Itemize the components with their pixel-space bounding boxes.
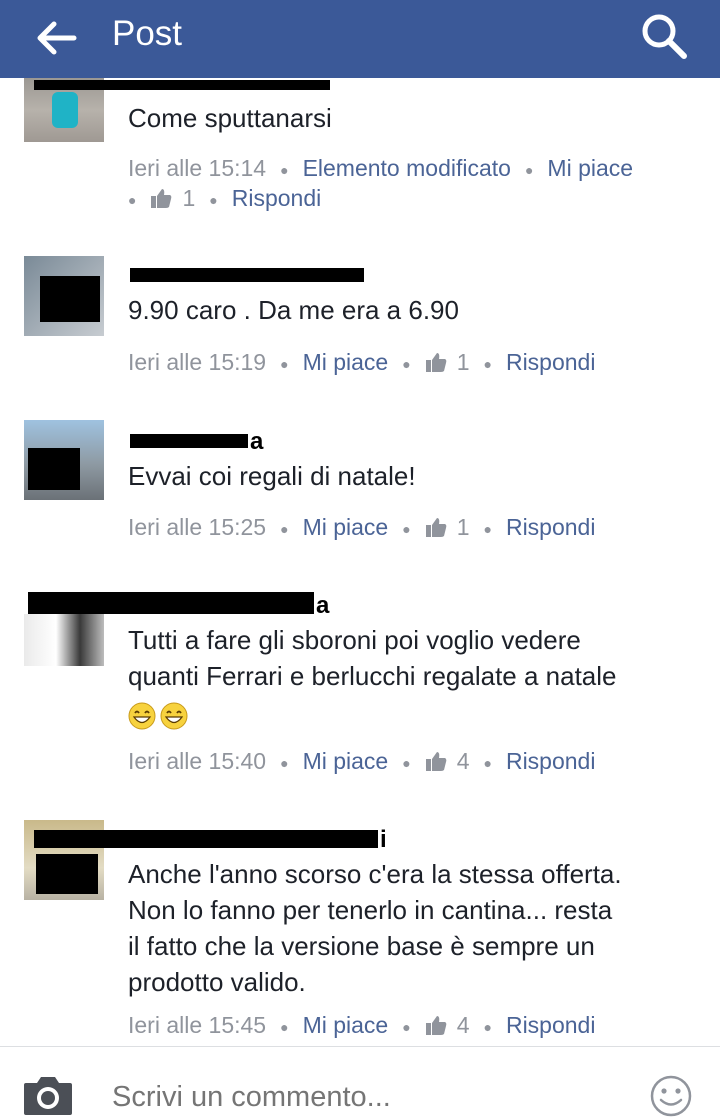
comment-meta: Ieri alle 15:40 ● Mi piace ● 4 ● Rispondi [128,747,698,777]
comment-text-line: Non lo fanno per tenerlo in cantina... r… [128,895,613,925]
comment-text-line: il fatto che la versione base è sempre u… [128,931,595,961]
commenter-name[interactable]: a [316,594,329,618]
like-button[interactable]: Mi piace [303,1012,389,1038]
comment-composer [0,1046,720,1117]
separator-dot: ● [483,355,492,372]
commenter-name[interactable]: i [380,828,387,852]
smiley-icon[interactable] [650,1075,692,1117]
separator-dot: ● [280,1018,289,1035]
likes-count: 1 [182,184,196,211]
avatar-redaction [28,448,80,490]
likes-count: 1 [456,349,470,375]
page-title: Post [112,14,183,53]
camera-icon[interactable] [22,1073,74,1117]
separator-dot: ● [209,191,218,208]
separator-dot: ● [402,520,411,537]
thumbs-up-icon [425,1016,447,1035]
avatar[interactable] [24,614,104,666]
comment-text: 9.90 caro . Da me era a 6.90 [128,295,459,325]
avatar-redaction [36,854,98,894]
comment-text: Come sputtanarsi [128,103,332,133]
comment-text: Evvai coi regali di natale! [128,461,416,491]
comment-emoji [128,696,688,732]
grinning-face-icon [160,702,188,730]
separator-dot: ● [280,161,289,178]
reply-button[interactable]: Rispondi [506,1012,596,1038]
separator-dot: ● [402,1018,411,1035]
comment-text-line: prodotto valido. [128,967,306,997]
separator-dot: ● [280,520,289,537]
like-button[interactable]: Mi piace [303,349,389,375]
comment-time: Ieri alle 15:19 [128,349,267,375]
separator-dot: ● [483,1018,492,1035]
edited-link[interactable]: Elemento modificato [303,155,511,181]
comment-meta: Ieri alle 15:19 ● Mi piace ● 1 ● Rispondi [128,348,698,378]
comment-text-line: quanti Ferrari e berlucchi regalate a na… [128,661,617,691]
like-button[interactable]: Mi piace [303,514,389,540]
thumbs-up-icon [151,188,172,208]
reply-button[interactable]: Rispondi [506,748,596,774]
likes-count: 1 [456,514,470,540]
comment-meta: Ieri alle 15:14 ● Elemento modificato ● Mi p… [128,154,698,214]
commenter-name[interactable]: a [250,430,263,454]
separator-dot: ● [524,161,534,178]
avatar[interactable] [24,420,104,500]
like-button[interactable]: Mi piace [303,748,389,774]
comment-meta: Ieri alle 15:25 ● Mi piace ● 1 ● Rispondi [128,513,698,543]
comment-time: Ieri alle 15:45 [128,1012,267,1038]
search-icon[interactable] [638,10,690,62]
name-redaction [34,80,330,90]
name-redaction [130,268,364,282]
comment-meta: Ieri alle 15:45 ● Mi piace ● 4 ● Rispondi [128,1011,698,1041]
separator-dot: ● [483,754,492,771]
name-redaction [130,434,248,448]
thumbs-up-icon [425,752,447,771]
comment-text-line: Tutti a fare gli sboroni poi voglio vede… [128,625,581,655]
top-app-bar: Post [0,0,720,78]
separator-dot: ● [483,520,492,537]
grinning-face-icon [128,702,156,730]
like-button[interactable]: Mi piace [547,155,633,181]
arrow-left-icon[interactable] [34,16,78,60]
separator-dot: ● [128,191,137,208]
separator-dot: ● [280,355,289,372]
reply-button[interactable]: Rispondi [232,185,322,211]
likes-count: 4 [456,748,470,774]
comments-list[interactable]: Come sputtanarsi Ieri alle 15:14 ● Element… [0,78,720,1046]
comment-time: Ieri alle 15:40 [128,748,267,774]
comment-text-line: Anche l'anno scorso c'era la stessa offe… [128,859,622,889]
comment-time: Ieri alle 15:25 [128,514,267,540]
reply-button[interactable]: Rispondi [506,514,596,540]
name-redaction [34,830,378,848]
thumbs-up-icon [425,353,447,372]
reply-button[interactable]: Rispondi [506,349,596,375]
separator-dot: ● [402,754,411,771]
separator-dot: ● [402,355,411,372]
likes-count: 4 [456,1012,470,1038]
avatar[interactable] [24,256,104,336]
comment-input[interactable] [112,1077,632,1117]
avatar-redaction [40,276,100,322]
comment-time: Ieri alle 15:14 [128,155,267,181]
separator-dot: ● [280,754,289,771]
thumbs-up-icon [425,518,447,537]
name-redaction [28,592,314,614]
